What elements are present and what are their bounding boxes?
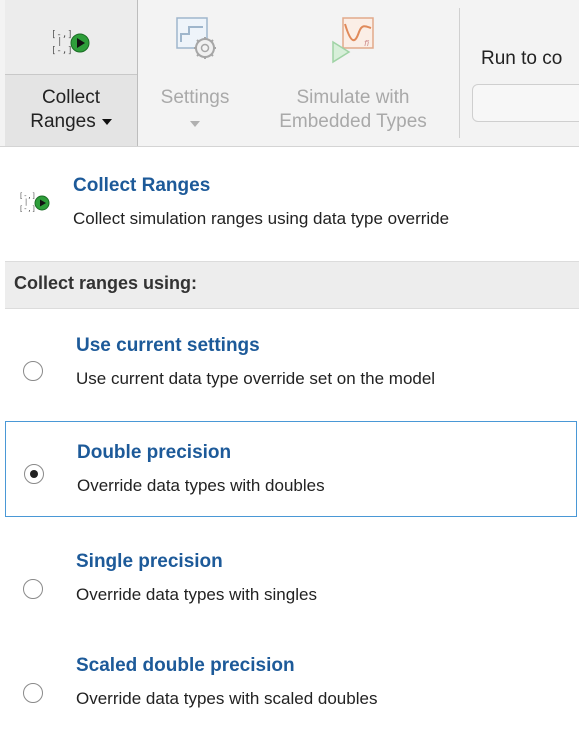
run-to-input[interactable]	[472, 84, 579, 122]
svg-text:[-,]: [-,]	[51, 46, 73, 56]
option-description: Override data types with singles	[76, 585, 317, 604]
collect-ranges-run-button[interactable]: [-,] | [-,]	[5, 0, 137, 75]
section-header: Collect ranges using:	[5, 261, 579, 309]
simulate-embedded-types-icon: fi	[331, 14, 377, 73]
chevron-down-icon	[101, 118, 112, 125]
radio-button[interactable]	[23, 361, 43, 381]
radio-option-double-precision[interactable]: Double precision Override data types wit…	[5, 421, 577, 517]
radio-dot-icon	[30, 470, 38, 478]
option-title: Scaled double precision	[76, 655, 295, 676]
collect-ranges-split-button[interactable]: [-,] | [-,] Collect Ranges	[5, 0, 138, 146]
collect-label-line1: Collect	[41, 87, 101, 108]
radio-button-selected[interactable]	[24, 464, 44, 484]
collect-ranges-dropdown-label[interactable]: Collect Ranges	[5, 86, 137, 134]
collect-label-line2: Ranges	[30, 111, 96, 132]
menu-item-title: Collect Ranges	[73, 175, 211, 196]
collect-ranges-icon: [-,] | [-,]	[19, 191, 51, 218]
radio-option-scaled-double-precision[interactable]: Scaled double precision Override data ty…	[5, 635, 577, 731]
run-to-label: Run to co	[481, 48, 563, 69]
option-description: Override data types with doubles	[77, 476, 325, 495]
collect-ranges-menu: [-,] | [-,] Collect Ranges Collect simul…	[5, 147, 579, 734]
toolstrip-separator	[459, 8, 460, 138]
radio-button[interactable]	[23, 683, 43, 703]
simulate-with-embedded-types-button[interactable]: fi Simulate with Embedded Types	[253, 0, 453, 146]
chevron-down-icon	[190, 121, 200, 127]
radio-option-use-current-settings[interactable]: Use current settings Use current data ty…	[5, 315, 577, 411]
section-header-label: Collect ranges using:	[14, 273, 198, 293]
svg-text:fi: fi	[364, 39, 370, 48]
menu-item-description: Collect simulation ranges using data typ…	[73, 209, 450, 228]
simulate-label-line2: Embedded Types	[279, 111, 427, 132]
settings-button[interactable]: Settings	[147, 0, 243, 146]
menu-item-collect-ranges[interactable]: [-,] | [-,] Collect Ranges Collect simul…	[5, 147, 579, 257]
option-title: Use current settings	[76, 335, 260, 356]
option-description: Use current data type override set on th…	[76, 369, 436, 388]
radio-button[interactable]	[23, 579, 43, 599]
radio-option-single-precision[interactable]: Single precision Override data types wit…	[5, 531, 577, 627]
option-title: Double precision	[77, 442, 232, 463]
toolstrip: [-,] | [-,] Collect Ranges Settings fi S…	[0, 0, 579, 147]
option-title: Single precision	[76, 551, 223, 572]
svg-text:[-,]: [-,]	[19, 205, 36, 213]
settings-label: Settings	[160, 87, 230, 108]
collect-ranges-icon: [-,] | [-,]	[51, 28, 91, 61]
simulate-label-line1: Simulate with	[296, 87, 410, 108]
option-description: Override data types with scaled doubles	[76, 689, 378, 708]
settings-gear-icon	[175, 16, 219, 65]
